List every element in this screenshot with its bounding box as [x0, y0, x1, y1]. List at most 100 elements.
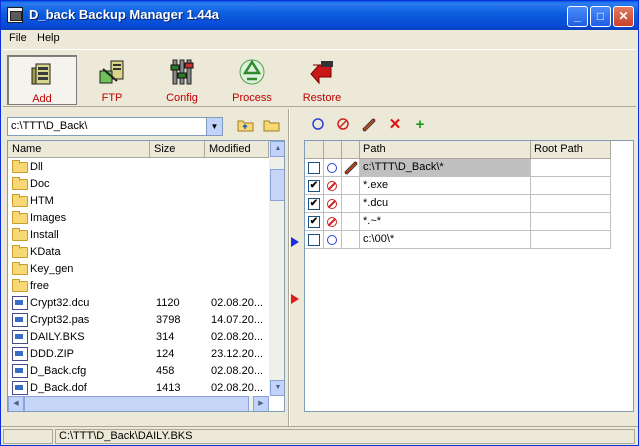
scroll-right-button[interactable]: ▶: [253, 396, 269, 411]
col-header-modified[interactable]: Modified: [205, 141, 269, 158]
file-row[interactable]: D_Back.dof 1413 02.08.20...: [8, 380, 268, 397]
no-entry-icon[interactable]: [327, 181, 337, 191]
path-cell[interactable]: c:\TTT\D_Back\*: [360, 159, 531, 177]
col-header-root-path[interactable]: Root Path: [531, 141, 611, 159]
file-row[interactable]: HTM: [8, 193, 268, 210]
delete-button[interactable]: ✕: [387, 117, 403, 133]
root-path-cell[interactable]: [531, 213, 611, 231]
root-path-cell[interactable]: [531, 231, 611, 249]
scroll-left-button[interactable]: ◀: [8, 396, 24, 411]
row-checkbox[interactable]: ✔: [308, 198, 320, 210]
root-path-cell[interactable]: [531, 177, 611, 195]
config-button[interactable]: Config: [147, 55, 217, 105]
ftp-button[interactable]: FTP: [77, 55, 147, 105]
add-button[interactable]: Add: [7, 55, 77, 105]
no-entry-icon[interactable]: [327, 217, 337, 227]
file-name: Crypt32.dcu: [30, 297, 90, 309]
path-value: c:\TTT\D_Back\: [11, 120, 88, 132]
col-header-name[interactable]: Name: [8, 141, 150, 158]
path-cell[interactable]: *.dcu: [360, 195, 531, 213]
main-window: D_back Backup Manager 1.44a _ □ ✕ File H…: [0, 0, 639, 446]
restore-button[interactable]: Restore: [287, 55, 357, 105]
file-row[interactable]: free: [8, 278, 268, 295]
file-row[interactable]: Key_gen: [8, 261, 268, 278]
path-cell[interactable]: *.~*: [360, 213, 531, 231]
folder-icon: [12, 177, 28, 190]
scroll-up-button[interactable]: ▲: [270, 141, 284, 157]
folder-icon[interactable]: [263, 117, 281, 133]
title-bar[interactable]: D_back Backup Manager 1.44a _ □ ✕: [1, 1, 638, 30]
file-name: Doc: [30, 178, 50, 190]
add-row-button[interactable]: +: [412, 117, 428, 133]
file-row[interactable]: KData: [8, 244, 268, 261]
check-cell: ✔: [305, 213, 324, 231]
status-cell: [324, 177, 342, 195]
col-header-path[interactable]: Path: [360, 141, 531, 159]
status-cell: [324, 231, 342, 249]
menu-file[interactable]: File: [9, 32, 27, 44]
file-row[interactable]: D_Back.cfg 458 02.08.20...: [8, 363, 268, 380]
close-button[interactable]: ✕: [613, 6, 634, 27]
path-text: *.exe: [363, 179, 389, 191]
chevron-down-icon[interactable]: ▼: [206, 118, 222, 135]
file-row[interactable]: DAILY.BKS 314 02.08.20...: [8, 329, 268, 346]
no-entry-icon[interactable]: [327, 199, 337, 209]
folder-up-icon[interactable]: [237, 117, 255, 133]
path-cell[interactable]: *.exe: [360, 177, 531, 195]
process-button[interactable]: Process: [217, 55, 287, 105]
path-row[interactable]: ✔ *.exe: [305, 177, 611, 195]
horizontal-scrollbar[interactable]: ◀ ▶: [8, 396, 269, 411]
add-label: Add: [32, 93, 52, 105]
move-left-arrow-icon[interactable]: [291, 294, 299, 304]
file-row[interactable]: Dll: [8, 159, 268, 176]
maximize-button[interactable]: □: [590, 6, 611, 27]
vertical-scrollbar[interactable]: ▲ ▼: [269, 141, 284, 396]
root-path-cell[interactable]: [531, 159, 611, 177]
file-name: HTM: [30, 195, 54, 207]
hscroll-thumb[interactable]: [24, 396, 249, 411]
window-title: D_back Backup Manager 1.44a: [29, 7, 220, 22]
row-checkbox[interactable]: [308, 234, 320, 246]
file-list[interactable]: Name Size Modified Dll Doc HTM Images Instal…: [7, 140, 285, 412]
file-row[interactable]: DDD.ZIP 124 23.12.20...: [8, 346, 268, 363]
file-row[interactable]: Images: [8, 210, 268, 227]
col-header-size[interactable]: Size: [150, 141, 205, 158]
edit-path-button[interactable]: [361, 117, 377, 133]
circle-icon[interactable]: [327, 235, 337, 245]
path-combobox[interactable]: c:\TTT\D_Back\ ▼: [7, 117, 223, 136]
row-checkbox[interactable]: ✔: [308, 180, 320, 192]
row-checkbox[interactable]: ✔: [308, 216, 320, 228]
menu-help[interactable]: Help: [37, 32, 60, 44]
circle-icon[interactable]: [327, 163, 337, 173]
pane-splitter[interactable]: [288, 109, 290, 426]
path-text: c:\TTT\D_Back\*: [363, 161, 444, 173]
path-cell[interactable]: c:\00\*: [360, 231, 531, 249]
include-circle-button[interactable]: [310, 117, 326, 133]
file-row[interactable]: Install: [8, 227, 268, 244]
path-row[interactable]: c:\00\*: [305, 231, 611, 249]
root-path-cell[interactable]: [531, 195, 611, 213]
status-cell: [324, 195, 342, 213]
folder-icon: [12, 262, 28, 275]
move-right-arrow-icon[interactable]: [291, 237, 299, 247]
toolbar: Add FTP Config Process Restore: [3, 49, 636, 107]
status-bar: C:\TTT\D_Back\DAILY.BKS: [1, 426, 638, 445]
scroll-thumb[interactable]: [270, 169, 284, 201]
path-row[interactable]: ✔ *.~*: [305, 213, 611, 231]
minimize-button[interactable]: _: [567, 6, 588, 27]
file-row[interactable]: Crypt32.pas 3798 14.07.20...: [8, 312, 268, 329]
path-row[interactable]: c:\TTT\D_Back\*: [305, 159, 611, 177]
scroll-down-button[interactable]: ▼: [270, 380, 284, 396]
edit-icon: [344, 161, 358, 175]
path-text: c:\00\*: [363, 233, 395, 245]
path-row[interactable]: ✔ *.dcu: [305, 195, 611, 213]
config-label: Config: [166, 92, 198, 104]
file-row[interactable]: Crypt32.dcu 1120 02.08.20...: [8, 295, 268, 312]
path-grid[interactable]: Path Root Path c:\TTT\D_Back\* ✔ *.exe ✔ *.d…: [304, 140, 634, 412]
file-row[interactable]: Doc: [8, 176, 268, 193]
circle-icon: [312, 118, 324, 130]
row-checkbox[interactable]: [308, 162, 320, 174]
file-name: Images: [30, 212, 67, 224]
icon-cell: [342, 159, 360, 177]
exclude-button[interactable]: [335, 117, 351, 133]
